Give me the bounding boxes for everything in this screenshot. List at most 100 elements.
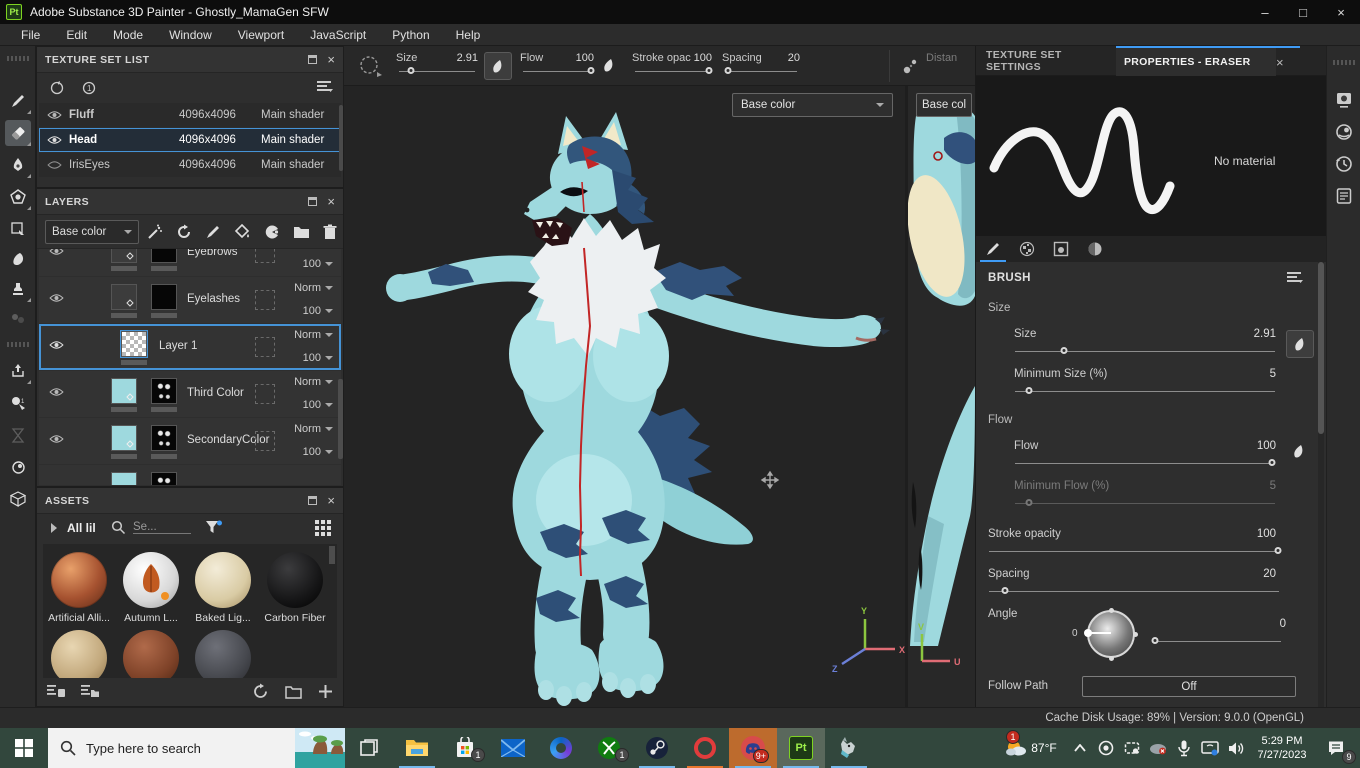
size-slider[interactable] bbox=[1010, 346, 1280, 358]
properties-scrollbar[interactable] bbox=[1318, 262, 1324, 707]
assets-breadcrumb[interactable]: All lil bbox=[67, 521, 109, 535]
brush-preview-icon[interactable] bbox=[358, 54, 384, 78]
texture-set-row[interactable]: IrisEyes 4096x4096 Main shader bbox=[39, 153, 341, 177]
size-value[interactable]: 2.91 bbox=[1216, 328, 1276, 340]
layer-fill-thumbnail[interactable] bbox=[111, 284, 137, 310]
layer-row-secondary-color[interactable]: SecondaryColor Norm 100 bbox=[39, 418, 341, 464]
scrollbar[interactable] bbox=[329, 546, 335, 564]
clock[interactable]: 5:29 PM 7/27/2023 bbox=[1250, 734, 1314, 763]
size-value[interactable]: 2.91 bbox=[438, 52, 478, 64]
microsoft-365-icon[interactable] bbox=[537, 728, 585, 768]
minimize-button[interactable]: – bbox=[1246, 0, 1284, 24]
layer-opacity[interactable]: 100 bbox=[303, 399, 321, 411]
float-panel-icon[interactable] bbox=[308, 197, 318, 206]
smart-mask-icon[interactable] bbox=[176, 224, 192, 240]
layer-opacity[interactable]: 100 bbox=[303, 446, 321, 458]
steam-icon[interactable] bbox=[633, 728, 681, 768]
search-highlight-image[interactable] bbox=[295, 728, 345, 768]
asset-thumbnail[interactable] bbox=[123, 630, 179, 678]
log-icon[interactable] bbox=[1334, 186, 1354, 206]
scrollbar[interactable] bbox=[338, 379, 343, 459]
layer-row-third-color[interactable]: Third Color Norm 100 bbox=[39, 371, 341, 417]
microsoft-store-icon[interactable]: 1 bbox=[441, 728, 489, 768]
expand-chevron-icon[interactable] bbox=[51, 523, 57, 533]
add-asset-icon[interactable] bbox=[318, 684, 333, 699]
polygon-fill-tool[interactable] bbox=[5, 184, 31, 210]
close-tab-icon[interactable]: × bbox=[1276, 46, 1300, 76]
channel-dropdown-3d[interactable]: Base color bbox=[732, 93, 893, 117]
material-assign-tool[interactable]: 1 bbox=[5, 390, 31, 416]
flow-value[interactable]: 100 bbox=[554, 52, 594, 64]
layer-fill-thumbnail[interactable] bbox=[111, 249, 137, 263]
drag-handle[interactable] bbox=[7, 56, 29, 61]
layer-visibility-icon[interactable] bbox=[49, 293, 64, 303]
layer-blend-mode[interactable]: Norm bbox=[294, 329, 321, 341]
stroke-opacity-value[interactable]: 100 bbox=[674, 52, 712, 64]
layer-mask-thumbnail[interactable] bbox=[151, 378, 177, 404]
layer-mask-thumbnail[interactable] bbox=[151, 425, 177, 451]
visibility-eye-icon[interactable] bbox=[47, 110, 62, 120]
file-explorer-icon[interactable] bbox=[393, 728, 441, 768]
drag-handle[interactable] bbox=[7, 342, 29, 347]
subtab-alpha[interactable] bbox=[1010, 236, 1044, 262]
stroke-opacity-value[interactable]: 100 bbox=[1216, 528, 1276, 540]
scrollbar[interactable] bbox=[339, 105, 343, 171]
maximize-button[interactable]: □ bbox=[1284, 0, 1322, 24]
layer-visibility-icon[interactable] bbox=[49, 249, 64, 256]
layer-opacity[interactable]: 100 bbox=[303, 352, 321, 364]
follow-path-toggle[interactable]: Off bbox=[1082, 676, 1296, 697]
refresh-icon[interactable] bbox=[252, 683, 269, 700]
spacing-value[interactable]: 20 bbox=[762, 52, 800, 64]
microphone-icon[interactable] bbox=[1172, 728, 1196, 768]
viewer-settings-icon[interactable] bbox=[1334, 122, 1354, 142]
asset-thumbnail-autumn-leaf[interactable] bbox=[123, 552, 179, 608]
layer-color-thumbnail[interactable] bbox=[111, 378, 137, 404]
asset-thumbnail-carbon-fiber[interactable] bbox=[267, 552, 323, 608]
screen-clip-icon[interactable] bbox=[1120, 728, 1144, 768]
asset-thumbnail-artificial-alligator[interactable] bbox=[51, 552, 107, 608]
close-button[interactable]: × bbox=[1322, 0, 1360, 24]
layer-row-layer1-selected[interactable]: Layer 1 Norm 100 bbox=[39, 324, 341, 370]
viewport-2d[interactable]: V U Base col bbox=[908, 86, 975, 707]
viewport-3d[interactable]: Y X Z Base color bbox=[344, 86, 905, 707]
game-app-icon[interactable] bbox=[825, 728, 873, 768]
history-tool[interactable] bbox=[5, 422, 31, 448]
stroke-opacity-slider[interactable] bbox=[984, 546, 1284, 558]
mesh-tool[interactable] bbox=[5, 486, 31, 512]
size-pressure-button[interactable] bbox=[1286, 330, 1314, 358]
layer-blend-mode[interactable]: Norm bbox=[294, 282, 321, 294]
layer-row-eyebrows[interactable]: Eyebrows 100 bbox=[39, 249, 341, 276]
subtab-stencil[interactable] bbox=[1044, 236, 1078, 262]
layer-mask-thumbnail[interactable] bbox=[151, 472, 177, 485]
material-picker-tool[interactable] bbox=[5, 306, 31, 332]
substance-painter-taskbar-icon[interactable]: Pt bbox=[777, 728, 825, 768]
layer-visibility-icon[interactable] bbox=[49, 340, 64, 350]
visibility-eye-closed-icon[interactable] bbox=[47, 160, 62, 170]
notification-center-icon[interactable]: 9 bbox=[1316, 728, 1356, 768]
effects-icon[interactable] bbox=[264, 224, 280, 240]
subtab-material[interactable] bbox=[1078, 236, 1112, 262]
history-icon[interactable] bbox=[1334, 154, 1354, 174]
size-slider[interactable] bbox=[394, 66, 480, 78]
spacing-value[interactable]: 20 bbox=[1216, 568, 1276, 580]
spacing-slider[interactable] bbox=[984, 586, 1284, 598]
layer-row-eyelashes[interactable]: Eyelashes Norm 100 bbox=[39, 277, 341, 323]
float-panel-icon[interactable] bbox=[308, 496, 318, 505]
smart-material-icon[interactable] bbox=[147, 224, 163, 240]
folder-list-icon[interactable] bbox=[81, 684, 99, 698]
visibility-eye-icon[interactable] bbox=[47, 135, 62, 145]
bake-tool[interactable] bbox=[5, 454, 31, 480]
asset-thumbnail-baked-lighting[interactable] bbox=[195, 552, 251, 608]
drag-handle[interactable] bbox=[1333, 60, 1355, 65]
menu-item-file[interactable]: File bbox=[8, 24, 53, 46]
layer-paint-thumbnail[interactable] bbox=[120, 330, 148, 358]
min-size-slider[interactable] bbox=[1010, 386, 1280, 398]
filter-icon[interactable] bbox=[205, 520, 223, 536]
float-panel-icon[interactable] bbox=[308, 55, 318, 64]
stroke-opacity-slider[interactable] bbox=[630, 66, 714, 78]
menu-item-python[interactable]: Python bbox=[379, 24, 442, 46]
discord-icon[interactable]: 9+ bbox=[729, 728, 777, 768]
display-settings-icon[interactable] bbox=[1334, 90, 1354, 110]
channel-filter-dropdown[interactable]: Base color bbox=[45, 220, 139, 244]
channel-dropdown-2d[interactable]: Base col bbox=[916, 93, 972, 117]
